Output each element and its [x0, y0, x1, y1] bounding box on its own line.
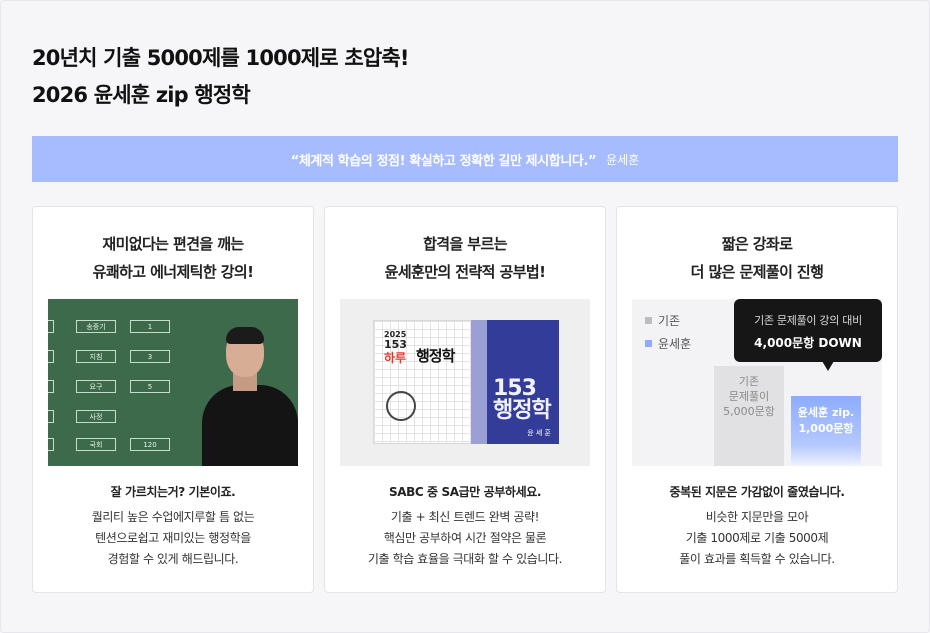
book-cover-153: 153 행정학 윤 세 훈 — [487, 320, 559, 444]
bar-label: 1,000문항 — [798, 422, 854, 435]
legend-swatch — [645, 340, 652, 347]
page-title-line-2: 2026 윤세훈 zip 행정학 — [32, 83, 251, 107]
card-description-line: 기출 학습 효율을 극대화 할 수 있습니다. — [367, 552, 563, 566]
lecture-video-thumbnail[interactable]: 송중기 1 지침 3 요구 5 사정 국회 120 — [48, 299, 298, 466]
board-cell: 120 — [130, 438, 170, 451]
board-cell: 송중기 — [76, 320, 116, 333]
book-cover-haru: 2025 153 하루 행정학 — [373, 320, 473, 444]
legend-swatch — [645, 317, 652, 324]
card-description: 기출 + 최신 트렌드 완벽 공략! 핵심만 공부하여 시간 절약은 물론 기출… — [325, 507, 605, 570]
board-cell — [48, 320, 54, 333]
card-description-line: 풀이 효과를 획득할 수 있습니다. — [679, 552, 835, 566]
board-cell: 5 — [130, 380, 170, 393]
bar-label: 5,000문항 — [723, 405, 775, 418]
bar-old: 기존 문제풀이 5,000문항 — [714, 366, 784, 466]
card-description-line: 비슷한 지문만을 모아 — [705, 510, 809, 524]
card-subtitle: 중복된 지문은 가감없이 줄였습니다. — [669, 485, 845, 499]
legend-label: 윤세훈 — [658, 337, 692, 351]
page-title: 20년치 기출 5000제를 1000제로 초압축! 2026 윤세훈 zip … — [32, 40, 409, 114]
card-title-line: 윤세훈만의 전략적 공부법! — [384, 263, 546, 281]
legend-item-new: 윤세훈 — [645, 335, 691, 352]
feature-card-lecture: 재미없다는 편견을 깨는 유쾌하고 에너제틱한 강의! 송중기 1 지침 3 요… — [32, 206, 314, 593]
bar-label: 윤세훈 zip. — [797, 406, 855, 419]
card-title-line: 합격을 부르는 — [423, 235, 507, 253]
board-cell: 사정 — [76, 410, 116, 423]
board-cell: 지침 — [76, 350, 116, 363]
bar-new: 윤세훈 zip. 1,000문항 — [791, 396, 861, 466]
card-description-line: 핵심만 공부하여 시간 절약은 물론 — [383, 531, 547, 545]
book-title: 행정학 — [493, 398, 552, 423]
feature-card-method: 합격을 부르는 윤세훈만의 전략적 공부법! 2025 153 하루 행정학 1… — [324, 206, 606, 593]
card-title: 짧은 강좌로 더 많은 문제풀이 진행 — [617, 230, 897, 286]
tooltip-line-2: 4,000문항 DOWN — [754, 336, 862, 350]
stopwatch-icon — [386, 391, 416, 421]
board-cell: 1 — [130, 320, 170, 333]
card-title: 합격을 부르는 윤세훈만의 전략적 공부법! — [325, 230, 605, 286]
card-title-line: 짧은 강좌로 — [721, 235, 793, 253]
board-cell: 국회 — [76, 438, 116, 451]
book-author: 윤 세 훈 — [527, 429, 551, 437]
book-title: 행정학 — [416, 347, 455, 365]
comparison-graphic: 기존 윤세훈 기존 문제풀이 5,000문항 윤세훈 zip. 1,000문항 … — [632, 299, 882, 466]
card-subtitle: 잘 가르치는거? 기본이죠. — [110, 485, 236, 499]
card-description-line: 텐션으로쉽고 재미있는 행정학을 — [95, 531, 251, 545]
card-description-line: 경험할 수 있게 해드립니다. — [107, 552, 239, 566]
card-description-line: 퀄리티 높은 수업에지루할 틈 없는 — [91, 510, 255, 524]
card-subtitle: SABC 중 SA급만 공부하세요. — [388, 485, 542, 499]
card-title: 재미없다는 편견을 깨는 유쾌하고 에너제틱한 강의! — [33, 230, 313, 286]
bar-label: 문제풀이 — [728, 390, 770, 403]
board-cell — [48, 380, 54, 393]
card-title-line: 재미없다는 편견을 깨는 — [102, 235, 244, 253]
comparison-tooltip: 기존 문제풀이 강의 대비 4,000문항 DOWN — [734, 299, 882, 362]
legend-label: 기존 — [658, 314, 681, 328]
card-description-line: 기출 1000제로 기출 5000제 — [685, 531, 829, 545]
quote-banner: “체계적 학습의 정점! 확실하고 정확한 길만 제시합니다.” 윤세훈 — [32, 136, 898, 182]
board-cell — [48, 350, 54, 363]
board-cell: 요구 — [76, 380, 116, 393]
quote-author: 윤세훈 — [606, 152, 640, 167]
legend-item-old: 기존 — [645, 312, 680, 329]
board-cell: 3 — [130, 350, 170, 363]
tooltip-line-1: 기존 문제풀이 강의 대비 — [754, 314, 862, 327]
instructor-figure — [200, 325, 298, 466]
card-description: 퀄리티 높은 수업에지루할 틈 없는 텐션으로쉽고 재미있는 행정학을 경험할 … — [33, 507, 313, 570]
book-red-word: 하루 — [384, 351, 407, 365]
board-cell — [48, 438, 54, 451]
page-title-line-1: 20년치 기출 5000제를 1000제로 초압축! — [32, 46, 409, 70]
book-number: 153 — [493, 376, 537, 401]
quote-text: “체계적 학습의 정점! 확실하고 정확한 길만 제시합니다.” — [290, 153, 597, 169]
bar-label: 기존 — [738, 375, 760, 388]
card-description-line: 기출 + 최신 트렌드 완벽 공략! — [390, 510, 540, 524]
card-title-line: 유쾌하고 에너제틱한 강의! — [92, 263, 254, 281]
tooltip-pointer — [822, 361, 834, 371]
feature-card-problems: 짧은 강좌로 더 많은 문제풀이 진행 기존 윤세훈 기존 문제풀이 5,000… — [616, 206, 898, 593]
textbook-image: 2025 153 하루 행정학 153 행정학 윤 세 훈 — [340, 299, 590, 466]
card-description: 비슷한 지문만을 모아 기출 1000제로 기출 5000제 풀이 효과를 획득… — [617, 507, 897, 570]
board-cell — [48, 410, 54, 423]
card-title-line: 더 많은 문제풀이 진행 — [690, 263, 824, 281]
